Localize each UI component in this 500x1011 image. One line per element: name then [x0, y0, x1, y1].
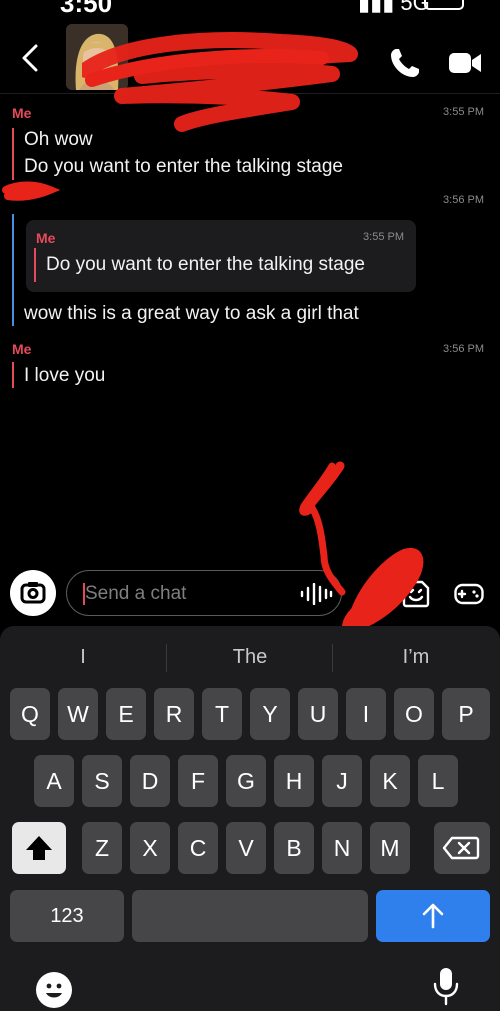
status-bar: 3:50 ▮▮▮ 5G: [0, 0, 500, 16]
key-f[interactable]: F: [178, 755, 218, 807]
key-j[interactable]: J: [322, 755, 362, 807]
avatar[interactable]: [66, 24, 128, 90]
message-group: Me 3:56 PM I love you: [0, 338, 500, 394]
message-text[interactable]: Do you want to enter the talking stage: [24, 156, 343, 178]
battery-icon: [424, 0, 464, 10]
quote-sender: Me: [36, 230, 56, 246]
key-o[interactable]: O: [394, 688, 434, 740]
sticker-icon[interactable]: [402, 580, 430, 608]
key-e[interactable]: E: [106, 688, 146, 740]
suggestion-3[interactable]: I’m: [333, 646, 499, 669]
key-m[interactable]: M: [370, 822, 410, 874]
game-controller-icon[interactable]: [454, 582, 484, 606]
message-sender: Me: [12, 341, 32, 357]
key-p[interactable]: P: [442, 688, 490, 740]
phone-icon[interactable]: [388, 46, 422, 80]
key-s[interactable]: S: [82, 755, 122, 807]
key-l[interactable]: L: [418, 755, 458, 807]
backspace-icon: [442, 836, 480, 860]
quote-timestamp: 3:55 PM: [363, 231, 404, 243]
quote-bar: [34, 248, 36, 282]
camera-icon: [20, 582, 46, 604]
message-bar: [12, 128, 14, 180]
status-time: 3:50: [60, 0, 113, 16]
key-b[interactable]: B: [274, 822, 314, 874]
message-text[interactable]: Oh wow: [24, 129, 93, 151]
reply-quote[interactable]: Me 3:55 PM Do you want to enter the talk…: [26, 220, 416, 292]
key-r[interactable]: R: [154, 688, 194, 740]
suggestion-1[interactable]: I: [0, 646, 166, 669]
key-t[interactable]: T: [202, 688, 242, 740]
key-c[interactable]: C: [178, 822, 218, 874]
key-k[interactable]: K: [370, 755, 410, 807]
emoji-button[interactable]: [36, 972, 72, 1008]
message-text[interactable]: wow this is a great way to ask a girl th…: [24, 303, 359, 325]
chat-input-placeholder: Send a chat: [85, 583, 187, 604]
arrow-up-icon: [422, 903, 444, 929]
shift-arrow-icon: [26, 836, 52, 860]
key-i[interactable]: I: [346, 688, 386, 740]
numbers-key[interactable]: 123: [10, 890, 124, 942]
signal-icon: ▮▮▮ 5G: [358, 0, 430, 15]
message-bar: [12, 214, 14, 326]
video-camera-icon[interactable]: [448, 50, 482, 76]
key-n[interactable]: N: [322, 822, 362, 874]
chat-composer: Send a chat: [0, 560, 500, 626]
emoji-icon: [46, 983, 62, 998]
shift-key[interactable]: [12, 822, 66, 874]
chat-input[interactable]: Send a chat: [66, 570, 342, 616]
key-a[interactable]: A: [34, 755, 74, 807]
space-key[interactable]: [132, 890, 368, 942]
message-timestamp: 3:56 PM: [443, 343, 484, 355]
camera-button[interactable]: [10, 570, 56, 616]
key-z[interactable]: Z: [82, 822, 122, 874]
message-timestamp: 3:55 PM: [443, 106, 484, 118]
chat-header: [0, 16, 500, 132]
message-group: Me 3:55 PM Oh wow Do you want to enter t…: [0, 100, 500, 184]
key-w[interactable]: W: [58, 688, 98, 740]
send-return-key[interactable]: [376, 890, 490, 942]
key-u[interactable]: U: [298, 688, 338, 740]
key-h[interactable]: H: [274, 755, 314, 807]
suggestion-2[interactable]: The: [167, 646, 333, 669]
message-bar: [12, 362, 14, 388]
keyboard: I The I’m Q W E R T Y U I O P A S D F G …: [0, 626, 500, 1011]
message-timestamp: 3:56 PM: [443, 194, 484, 206]
voice-wave-icon[interactable]: [299, 583, 333, 605]
back-chevron-icon[interactable]: [18, 42, 44, 74]
key-x[interactable]: X: [130, 822, 170, 874]
message-text[interactable]: I love you: [24, 365, 105, 387]
key-q[interactable]: Q: [10, 688, 50, 740]
key-d[interactable]: D: [130, 755, 170, 807]
delete-key[interactable]: [434, 822, 490, 874]
key-y[interactable]: Y: [250, 688, 290, 740]
message-sender: Me: [12, 105, 32, 121]
key-g[interactable]: G: [226, 755, 266, 807]
quote-text: Do you want to enter the talking stage: [46, 254, 365, 275]
microphone-icon[interactable]: [432, 966, 460, 1006]
key-v[interactable]: V: [226, 822, 266, 874]
